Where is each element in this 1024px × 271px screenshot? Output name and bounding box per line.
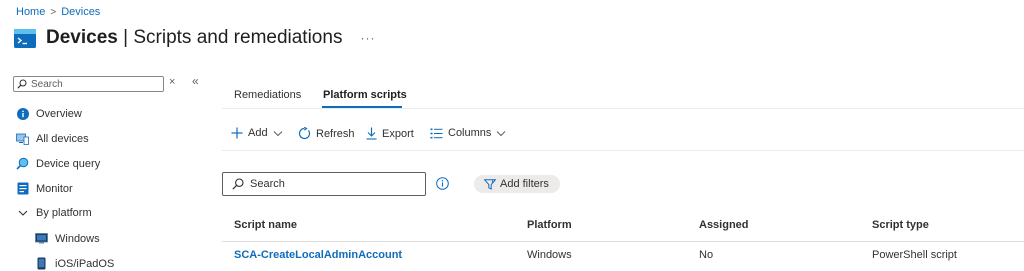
sidebar-group-by-platform[interactable]: By platform xyxy=(16,206,92,219)
collapse-sidebar-button[interactable]: « xyxy=(192,74,199,88)
script-name-link[interactable]: SCA-CreateLocalAdminAccount xyxy=(234,249,402,261)
column-header-script-type[interactable]: Script type xyxy=(872,219,929,231)
clear-search-button[interactable]: × xyxy=(169,76,175,88)
sidebar-search-input[interactable]: Search xyxy=(13,76,164,92)
export-button[interactable]: Export xyxy=(366,127,414,140)
cell-assigned: No xyxy=(699,249,714,261)
tab-platform-scripts[interactable]: Platform scripts xyxy=(323,89,407,101)
refresh-label: Refresh xyxy=(316,127,355,140)
devices-icon xyxy=(16,132,29,145)
refresh-button[interactable]: Refresh xyxy=(298,127,355,140)
script-search-input[interactable]: Search xyxy=(222,172,426,196)
page-header: Devices | Scripts and remediations ··· xyxy=(14,27,375,49)
script-search-placeholder: Search xyxy=(250,178,285,190)
more-options-button[interactable]: ··· xyxy=(360,31,375,45)
sidebar-item-ios-ipados[interactable]: iOS/iPadOS xyxy=(35,257,114,270)
tabs-divider xyxy=(222,108,1024,109)
info-icon xyxy=(16,107,29,120)
breadcrumb-devices[interactable]: Devices xyxy=(61,6,100,18)
export-label: Export xyxy=(382,127,414,140)
windows-icon xyxy=(35,232,48,245)
info-icon[interactable] xyxy=(436,177,449,195)
monitor-icon xyxy=(16,182,29,195)
column-header-assigned[interactable]: Assigned xyxy=(699,219,749,231)
add-button[interactable]: Add xyxy=(231,127,283,139)
add-filters-label: Add filters xyxy=(500,178,549,190)
filter-icon xyxy=(484,178,496,190)
refresh-icon xyxy=(298,127,311,140)
cell-platform: Windows xyxy=(527,249,572,261)
chevron-down-icon xyxy=(16,206,29,219)
breadcrumb-home[interactable]: Home xyxy=(16,6,45,18)
columns-button[interactable]: Columns xyxy=(430,127,506,139)
chevron-down-icon xyxy=(273,130,283,137)
add-label: Add xyxy=(248,127,268,139)
search-icon xyxy=(232,178,244,190)
columns-icon xyxy=(430,128,443,139)
add-filters-button[interactable]: Add filters xyxy=(474,175,560,193)
breadcrumb: Home > Devices xyxy=(16,6,100,18)
plus-icon xyxy=(231,127,243,139)
sidebar-item-overview[interactable]: Overview xyxy=(16,107,82,120)
tab-remediations[interactable]: Remediations xyxy=(234,89,301,101)
device-query-icon xyxy=(16,157,29,170)
sidebar-item-monitor[interactable]: Monitor xyxy=(16,182,73,195)
column-header-platform[interactable]: Platform xyxy=(527,219,572,231)
columns-label: Columns xyxy=(448,127,492,139)
sidebar-search-placeholder: Search xyxy=(31,78,63,90)
chevron-down-icon xyxy=(496,130,506,137)
cell-script-type: PowerShell script xyxy=(872,249,957,261)
page-title: Devices | Scripts and remediations xyxy=(46,27,343,48)
sidebar-item-all-devices[interactable]: All devices xyxy=(16,132,89,145)
search-icon xyxy=(17,79,27,89)
sidebar-item-device-query[interactable]: Device query xyxy=(16,157,100,170)
phone-icon xyxy=(35,257,48,270)
toolbar-divider xyxy=(222,150,1024,151)
devices-page-icon xyxy=(14,28,36,48)
sidebar-item-windows[interactable]: Windows xyxy=(35,232,100,245)
download-icon xyxy=(366,127,377,140)
column-header-script-name[interactable]: Script name xyxy=(234,219,297,231)
table-header-divider xyxy=(222,241,1024,242)
breadcrumb-separator: > xyxy=(50,6,57,18)
